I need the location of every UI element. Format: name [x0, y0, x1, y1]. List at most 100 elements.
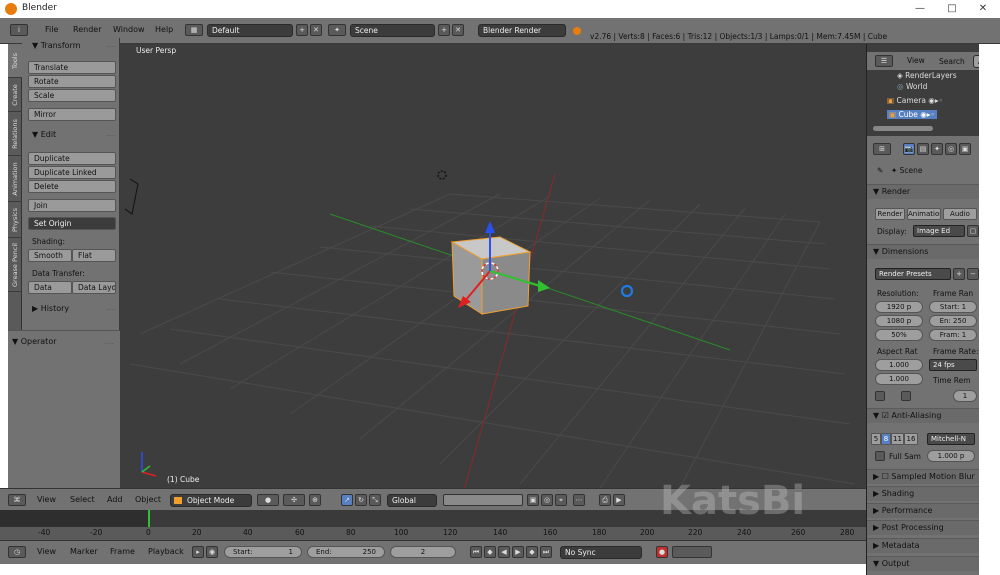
frame-step-field[interactable]: Fram: 1: [929, 329, 977, 341]
scene-tab-icon[interactable]: ✦: [931, 143, 943, 155]
frame-start-prop-field[interactable]: Start: 1: [929, 301, 977, 313]
aa-samples-16[interactable]: 16: [904, 433, 918, 445]
3d-viewport[interactable]: [120, 44, 866, 488]
anti-aliasing-checkbox[interactable]: ☑: [882, 411, 892, 420]
viewport-scene[interactable]: [120, 44, 866, 488]
add-scene-button[interactable]: +: [438, 24, 450, 36]
auto-keyframe-icon[interactable]: ●: [656, 546, 668, 558]
current-frame-field[interactable]: 2: [390, 546, 456, 558]
set-origin-select[interactable]: Set Origin: [28, 217, 116, 230]
object-tab-icon[interactable]: ▣: [959, 143, 971, 155]
properties-editor-type-icon[interactable]: ⊞: [873, 143, 891, 155]
performance-panel-header[interactable]: ▶ Performance: [867, 503, 980, 518]
full-sample-checkbox[interactable]: [875, 451, 885, 461]
resolution-x-field[interactable]: 1920 p: [875, 301, 923, 313]
data-layout-button[interactable]: Data Layo: [72, 281, 116, 294]
shade-flat-button[interactable]: Flat: [72, 249, 116, 262]
dimensions-panel-header[interactable]: ▼ Dimensions: [867, 244, 980, 259]
add-preset-button[interactable]: +: [953, 268, 965, 280]
screen-layout-field[interactable]: Default: [207, 24, 293, 37]
scale-button[interactable]: Scale: [28, 89, 116, 102]
display-select[interactable]: Image Ed: [913, 225, 965, 237]
frame-rate-select[interactable]: 24 fps: [929, 359, 977, 371]
viewport-shading-icon[interactable]: ●: [257, 494, 279, 506]
proportional-edit-icon[interactable]: ◎: [541, 494, 553, 506]
mirror-button[interactable]: Mirror: [28, 108, 116, 121]
next-keyframe-icon[interactable]: ◆: [526, 546, 538, 558]
snap-icon[interactable]: ⌖: [555, 494, 567, 506]
border-checkbox[interactable]: [875, 391, 885, 401]
manipulator-toggle-icon[interactable]: ⊕: [309, 494, 321, 506]
render-panel-header[interactable]: ▼ Render: [867, 184, 980, 199]
timeline-editor-type-icon[interactable]: ◷: [8, 546, 26, 558]
outliner-menu-view[interactable]: View: [907, 56, 925, 65]
visibility-eye-icon[interactable]: ◉▸◦: [918, 110, 935, 119]
frame-end-field[interactable]: End: 250: [307, 546, 385, 558]
outliner-scrollbar[interactable]: [873, 126, 933, 131]
viewport-menu-add[interactable]: Add: [107, 495, 123, 504]
menu-file[interactable]: File: [45, 25, 58, 34]
lock-layers-icon[interactable]: ▣: [527, 494, 539, 506]
filter-size-field[interactable]: 1.000 p: [927, 450, 975, 462]
render-audio-button[interactable]: Audio: [943, 208, 977, 220]
delete-button[interactable]: Delete: [28, 180, 116, 193]
editor-type-icon[interactable]: i: [10, 24, 28, 36]
snap-element-icon[interactable]: ⋯: [573, 494, 585, 506]
frame-start-field[interactable]: Start: 1: [224, 546, 302, 558]
timeline-menu-view[interactable]: View: [37, 547, 56, 556]
scale-manipulator-icon[interactable]: ⤡: [369, 494, 381, 506]
resolution-y-field[interactable]: 1080 p: [875, 315, 923, 327]
duplicate-button[interactable]: Duplicate: [28, 152, 116, 165]
rotate-manipulator-icon[interactable]: ↻: [355, 494, 367, 506]
preview-range-icon[interactable]: ▸: [192, 546, 204, 558]
remove-layout-button[interactable]: ✕: [310, 24, 322, 36]
tab-grease-pencil[interactable]: Grease Pencil: [8, 238, 22, 292]
use-preview-range-icon[interactable]: ◉: [206, 546, 218, 558]
outliner-item[interactable]: ◈ RenderLayers: [897, 71, 957, 80]
aa-samples-11[interactable]: 11: [891, 433, 904, 445]
frame-end-prop-field[interactable]: En: 250: [929, 315, 977, 327]
anti-aliasing-panel-header[interactable]: ▼ ☑ Anti-Aliasing: [867, 408, 980, 423]
outliner-editor-type-icon[interactable]: ☰: [875, 55, 893, 67]
shade-smooth-button[interactable]: Smooth: [28, 249, 72, 262]
render-tab-icon[interactable]: 📷: [903, 143, 915, 155]
rotate-button[interactable]: Rotate: [28, 75, 116, 88]
camera-object[interactable]: [620, 284, 634, 298]
post-processing-panel-header[interactable]: ▶ Post Processing: [867, 520, 980, 535]
scene-field[interactable]: Scene: [350, 24, 435, 37]
tab-tools[interactable]: Tools: [8, 44, 22, 78]
remove-scene-button[interactable]: ✕: [452, 24, 464, 36]
edit-panel-header[interactable]: ▼ Edit....: [22, 129, 120, 142]
join-button[interactable]: Join: [28, 199, 116, 212]
jump-start-icon[interactable]: ⏮: [470, 546, 482, 558]
minimize-button[interactable]: —: [905, 0, 935, 18]
aspect-y-field[interactable]: 1.000: [875, 373, 923, 385]
tab-create[interactable]: Create: [8, 78, 22, 112]
jump-end-icon[interactable]: ⏭: [540, 546, 552, 558]
render-animation-button[interactable]: Animation: [907, 208, 941, 220]
menu-render[interactable]: Render: [73, 25, 101, 34]
tab-relations[interactable]: Relations: [8, 112, 22, 156]
timeline-menu-marker[interactable]: Marker: [70, 547, 98, 556]
duplicate-linked-button[interactable]: Duplicate Linked: [28, 166, 116, 179]
metadata-panel-header[interactable]: ▶ Metadata: [867, 538, 980, 553]
viewport-menu-select[interactable]: Select: [70, 495, 95, 504]
pin-icon[interactable]: ✎: [877, 166, 883, 175]
render-presets-select[interactable]: Render Presets: [875, 268, 951, 280]
crop-checkbox[interactable]: [901, 391, 911, 401]
display-lock-icon[interactable]: ▢: [967, 225, 979, 237]
data-transfer-button[interactable]: Data: [28, 281, 72, 294]
history-panel-header[interactable]: ▶ History....: [22, 303, 120, 316]
motion-blur-checkbox[interactable]: ☐: [882, 472, 892, 481]
render-still-button[interactable]: Render: [875, 208, 905, 220]
tab-animation[interactable]: Animation: [8, 156, 22, 202]
play-reverse-icon[interactable]: ◀: [498, 546, 510, 558]
operator-panel-header[interactable]: ▼ Operator: [12, 337, 57, 346]
close-button[interactable]: ✕: [968, 0, 998, 18]
outliner-item[interactable]: ▣ Cube ◉▸◦: [887, 110, 937, 119]
outliner-menu-search[interactable]: Search: [939, 57, 965, 66]
timeline-menu-frame[interactable]: Frame: [110, 547, 135, 556]
remove-preset-button[interactable]: −: [967, 268, 979, 280]
translate-manipulator-icon[interactable]: ↗: [341, 494, 353, 506]
viewport-menu-object[interactable]: Object: [135, 495, 161, 504]
